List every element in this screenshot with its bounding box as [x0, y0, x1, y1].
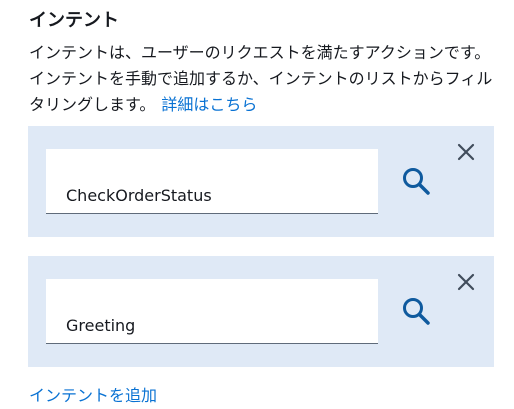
- intent-card: [28, 126, 494, 237]
- add-intent-link[interactable]: インテントを追加: [29, 383, 157, 409]
- search-button[interactable]: [400, 165, 436, 201]
- intent-card: [28, 256, 494, 367]
- intent-input[interactable]: [46, 149, 378, 213]
- intent-field[interactable]: [46, 279, 378, 344]
- learn-more-link[interactable]: 詳細はこちら: [161, 95, 257, 114]
- search-button[interactable]: [400, 295, 436, 331]
- intent-input[interactable]: [46, 279, 378, 343]
- remove-intent-button[interactable]: [456, 272, 478, 294]
- close-icon: [457, 143, 475, 161]
- section-description: インテントは、ユーザーのリクエストを満たすアクションです。インテントを手動で追加…: [29, 40, 499, 118]
- remove-intent-button[interactable]: [456, 142, 478, 164]
- close-icon: [457, 273, 475, 291]
- search-icon: [403, 298, 430, 325]
- search-icon: [403, 168, 430, 195]
- intents-section: インテント インテントは、ユーザーのリクエストを満たすアクションです。インテント…: [0, 0, 514, 405]
- section-title: インテント: [29, 10, 119, 31]
- description-text: インテントは、ユーザーのリクエストを満たすアクションです。インテントを手動で追加…: [29, 43, 493, 114]
- intent-field[interactable]: [46, 149, 378, 214]
